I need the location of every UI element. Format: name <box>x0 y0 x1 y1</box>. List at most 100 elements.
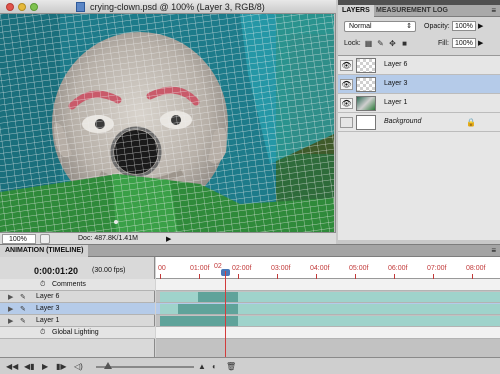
layer-duration-bar[interactable] <box>238 304 500 314</box>
track-global-lighting[interactable]: ⏱ Global Lighting <box>0 327 155 339</box>
status-menu-arrow-icon[interactable]: ▶ <box>166 235 171 243</box>
expand-triangle-icon[interactable]: ▶ <box>8 305 13 313</box>
tab-layers[interactable]: LAYERS <box>338 5 374 17</box>
fill-slider-icon[interactable]: ▶ <box>478 39 483 47</box>
layer-duration-bar[interactable] <box>238 292 500 302</box>
layer-duration-bar[interactable] <box>238 316 500 326</box>
timeline-area[interactable]: 00 01:00f 02:00f 03:00f 04:00f 05:00f 06… <box>156 257 500 357</box>
blend-mode-value: Normal <box>349 23 372 30</box>
layer-row-layer-1[interactable]: 👁 Layer 1 <box>338 94 500 113</box>
first-frame-icon[interactable]: ◀◀ <box>6 362 18 371</box>
layer-thumbnail <box>356 58 376 73</box>
opacity-slider-icon[interactable]: ▶ <box>478 22 483 30</box>
frame-rate: (30.00 fps) <box>92 267 126 274</box>
eye-icon[interactable]: 👁 <box>340 79 353 90</box>
layer-name: Layer 6 <box>384 61 408 68</box>
zoom-slider-thumb[interactable] <box>104 362 112 369</box>
close-window-icon[interactable] <box>6 3 14 11</box>
track-comments[interactable]: ⏱ Comments <box>0 279 155 291</box>
layer-name: Layer 1 <box>384 99 408 106</box>
layer-row-layer-6[interactable]: 👁 Layer 6 <box>338 56 500 75</box>
layer-duration-bar[interactable] <box>160 292 198 302</box>
track-name: Layer 3 <box>36 305 60 312</box>
stopwatch-icon[interactable]: ⏱ <box>40 281 45 289</box>
ruler-label: 03:00f <box>271 265 291 272</box>
lock-icon: 🔒 <box>466 118 476 127</box>
ruler-label: 01:00f <box>190 265 210 272</box>
lock-label: Lock: <box>344 40 361 47</box>
timeline-row-global-lighting[interactable] <box>156 327 500 339</box>
track-layer-6[interactable]: ▶ ✎ Layer 6 <box>0 291 155 303</box>
time-ruler[interactable]: 00 01:00f 02:00f 03:00f 04:00f 05:00f 06… <box>156 257 500 279</box>
panel-tabs: LAYERS MEASUREMENT LOG ≡ <box>338 5 500 17</box>
timeline-track-list: 0:00:01:20 (30.00 fps) ⏱ Comments ▶ ✎ La… <box>0 257 155 357</box>
delete-icon[interactable]: 🗑 <box>226 362 236 371</box>
current-timecode: 0:00:01:20 <box>34 266 79 276</box>
timeline-row-layer-1[interactable] <box>156 315 500 327</box>
layer-row-layer-3[interactable]: 👁 Layer 3 <box>338 75 500 94</box>
document-size: Doc: 487.8K/1.41M <box>78 235 138 242</box>
timeline-row-comments[interactable] <box>156 279 500 291</box>
brush-icon: ✎ <box>20 318 26 325</box>
zoom-field[interactable]: 100% <box>2 234 36 244</box>
lock-all-icon[interactable]: ■ <box>400 39 409 48</box>
layer-duration-bar[interactable] <box>160 316 238 326</box>
document-status-bar: 100% Doc: 487.8K/1.41M ▶ <box>0 232 336 244</box>
brush-icon: ✎ <box>20 306 26 313</box>
ruler-label: 00 <box>158 265 166 272</box>
lock-image-icon[interactable]: ✎ <box>376 39 385 48</box>
minimize-window-icon[interactable] <box>18 3 26 11</box>
track-layer-1[interactable]: ▶ ✎ Layer 1 <box>0 315 155 327</box>
zoom-options-icon[interactable] <box>40 234 50 244</box>
timeline-tab-bar: ANIMATION (TIMELINE) ≡ <box>0 245 500 257</box>
expand-triangle-icon[interactable]: ▶ <box>8 317 13 325</box>
timeline-empty-area <box>156 339 500 357</box>
panel-menu-icon[interactable]: ≡ <box>491 6 496 15</box>
eye-icon[interactable]: 👁 <box>340 60 353 71</box>
layer-duration-bar[interactable] <box>178 304 238 314</box>
play-icon[interactable]: ▶ <box>42 362 48 371</box>
tab-animation-timeline[interactable]: ANIMATION (TIMELINE) <box>0 245 89 257</box>
eye-hidden-icon[interactable] <box>340 117 353 128</box>
layer-row-background[interactable]: Background 🔒 <box>338 113 500 132</box>
document-canvas[interactable] <box>0 14 334 232</box>
tab-measurement-log[interactable]: MEASUREMENT LOG <box>372 5 452 17</box>
brush-icon: ✎ <box>20 294 26 301</box>
lock-transparency-icon[interactable]: ▦ <box>364 39 373 48</box>
opacity-label: Opacity: <box>424 23 450 30</box>
timeline-controls: ◀◀ ◀▮ ▶ ▮▶ ◁) ▲ ◐ 🗑 <box>0 357 500 374</box>
fill-label: Fill: <box>438 40 449 47</box>
expand-triangle-icon[interactable]: ▶ <box>8 293 13 301</box>
audio-icon[interactable]: ◁) <box>74 362 83 371</box>
ruler-label: 08:00f <box>466 265 486 272</box>
previous-frame-icon[interactable]: ◀▮ <box>24 362 35 371</box>
timeline-row-layer-3[interactable] <box>156 303 500 315</box>
layer-duration-bar[interactable] <box>160 304 178 314</box>
layer-duration-bar[interactable] <box>198 292 238 302</box>
blend-mode-select[interactable]: Normal ⇕ <box>344 21 416 32</box>
track-layer-3[interactable]: ▶ ✎ Layer 3 <box>0 303 155 315</box>
next-frame-icon[interactable]: ▮▶ <box>56 362 67 371</box>
timeline-row-layer-6[interactable] <box>156 291 500 303</box>
stopwatch-icon[interactable]: ⏱ <box>40 329 45 337</box>
layer-thumbnail <box>356 96 376 111</box>
onion-skin-icon[interactable]: ◐ <box>212 362 217 371</box>
zoom-in-icon[interactable]: ▲ <box>198 362 206 371</box>
psd-file-icon <box>76 2 85 12</box>
ruler-label: 07:00f <box>427 265 447 272</box>
panel-menu-icon[interactable]: ≡ <box>491 246 496 255</box>
document-title: crying-clown.psd @ 100% (Layer 3, RGB/8) <box>90 2 265 12</box>
layer-thumbnail <box>356 77 376 92</box>
track-name: Global Lighting <box>52 329 99 336</box>
zoom-window-icon[interactable] <box>30 3 38 11</box>
layers-panel: LAYERS MEASUREMENT LOG ≡ Normal ⇕ Opacit… <box>338 0 500 240</box>
ruler-label: 06:00f <box>388 265 408 272</box>
fill-field[interactable]: 100% <box>452 38 476 48</box>
track-name: Layer 6 <box>36 293 60 300</box>
chevron-down-icon: ⇕ <box>406 23 412 30</box>
layers-list: 👁 Layer 6 👁 Layer 3 👁 Layer 1 Background… <box>338 55 500 240</box>
lock-position-icon[interactable]: ✥ <box>388 39 397 48</box>
opacity-field[interactable]: 100% <box>452 21 476 31</box>
eye-icon[interactable]: 👁 <box>340 98 353 109</box>
document-title-bar[interactable]: crying-clown.psd @ 100% (Layer 3, RGB/8) <box>0 0 336 14</box>
